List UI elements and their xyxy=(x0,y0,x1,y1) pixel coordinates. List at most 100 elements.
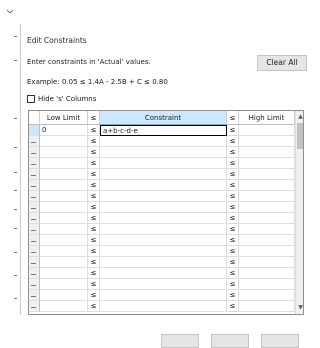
constraint-cell[interactable] xyxy=(100,180,227,191)
column-header-lte-1[interactable]: ≤ xyxy=(88,111,100,125)
vertical-scrollbar[interactable]: ▲ ▼ xyxy=(295,111,303,314)
constraint-cell[interactable] xyxy=(100,301,227,312)
lte-cell: ≤ xyxy=(227,301,239,312)
constraints-grid: Low Limit ≤ Constraint ≤ High Limit 0 ≤ a+… xyxy=(28,110,304,315)
high-limit-cell[interactable] xyxy=(239,235,295,246)
clear-all-button[interactable]: Clear All xyxy=(257,55,307,71)
new-row-dash-icon xyxy=(31,186,36,187)
high-limit-cell[interactable] xyxy=(239,191,295,202)
column-header-constraint[interactable]: Constraint xyxy=(100,111,227,125)
row-header[interactable] xyxy=(29,257,40,268)
row-header[interactable] xyxy=(29,158,40,169)
row-header[interactable] xyxy=(29,191,40,202)
constraint-cell[interactable] xyxy=(100,235,227,246)
low-limit-cell[interactable] xyxy=(40,169,88,180)
row-header[interactable] xyxy=(29,136,40,147)
low-limit-cell[interactable] xyxy=(40,147,88,158)
constraint-cell[interactable] xyxy=(100,158,227,169)
cancel-button[interactable] xyxy=(211,334,249,348)
constraint-cell[interactable] xyxy=(100,191,227,202)
constraint-cell[interactable] xyxy=(100,257,227,268)
column-header-lte-2[interactable]: ≤ xyxy=(227,111,239,125)
constraint-cell[interactable] xyxy=(100,136,227,147)
chevron-up-icon[interactable]: ▲ xyxy=(297,113,303,120)
high-limit-cell[interactable] xyxy=(239,279,295,290)
column-header-high-limit[interactable]: High Limit xyxy=(239,111,295,125)
row-header[interactable] xyxy=(29,180,40,191)
high-limit-cell[interactable] xyxy=(239,180,295,191)
dialog-title: Edit Constraints xyxy=(27,36,87,45)
constraint-cell[interactable] xyxy=(100,169,227,180)
high-limit-cell[interactable] xyxy=(239,202,295,213)
constraint-cell[interactable]: a+b-c-d-e xyxy=(100,125,227,136)
low-limit-cell[interactable] xyxy=(40,268,88,279)
constraint-cell[interactable] xyxy=(100,213,227,224)
table-row: ≤ ≤ xyxy=(29,191,295,202)
low-limit-cell[interactable] xyxy=(40,235,88,246)
high-limit-cell[interactable] xyxy=(239,257,295,268)
low-limit-cell[interactable] xyxy=(40,158,88,169)
high-limit-cell[interactable] xyxy=(239,136,295,147)
constraint-cell[interactable] xyxy=(100,246,227,257)
lte-cell: ≤ xyxy=(88,246,100,257)
new-row-dash-icon xyxy=(31,197,36,198)
high-limit-cell[interactable] xyxy=(239,125,295,136)
table-row: ≤ ≤ xyxy=(29,235,295,246)
constraint-cell[interactable] xyxy=(100,147,227,158)
table-row: ≤ ≤ xyxy=(29,202,295,213)
high-limit-cell[interactable] xyxy=(239,246,295,257)
high-limit-cell[interactable] xyxy=(239,224,295,235)
low-limit-cell[interactable] xyxy=(40,301,88,312)
low-limit-cell[interactable] xyxy=(40,279,88,290)
lte-cell: ≤ xyxy=(88,279,100,290)
row-header[interactable] xyxy=(29,125,40,136)
lte-cell: ≤ xyxy=(227,235,239,246)
table-row: ≤ ≤ xyxy=(29,268,295,279)
row-header[interactable] xyxy=(29,169,40,180)
new-row-dash-icon xyxy=(31,252,36,253)
help-button[interactable] xyxy=(261,334,299,348)
low-limit-cell[interactable] xyxy=(40,191,88,202)
high-limit-cell[interactable] xyxy=(239,169,295,180)
high-limit-cell[interactable] xyxy=(239,268,295,279)
ok-button[interactable] xyxy=(161,334,199,348)
lte-cell: ≤ xyxy=(88,301,100,312)
row-header[interactable] xyxy=(29,213,40,224)
column-header-low-limit[interactable]: Low Limit xyxy=(40,111,88,125)
row-header[interactable] xyxy=(29,246,40,257)
low-limit-cell[interactable] xyxy=(40,246,88,257)
row-header[interactable] xyxy=(29,224,40,235)
low-limit-cell[interactable] xyxy=(40,213,88,224)
low-limit-cell[interactable] xyxy=(40,180,88,191)
row-header[interactable] xyxy=(29,279,40,290)
hide-s-columns-checkbox[interactable] xyxy=(27,95,35,103)
constraint-cell[interactable] xyxy=(100,224,227,235)
table-row: ≤ ≤ xyxy=(29,279,295,290)
row-header[interactable] xyxy=(29,235,40,246)
high-limit-cell[interactable] xyxy=(239,213,295,224)
lte-cell: ≤ xyxy=(88,147,100,158)
new-row-dash-icon xyxy=(31,285,36,286)
low-limit-cell[interactable] xyxy=(40,257,88,268)
low-limit-cell[interactable] xyxy=(40,202,88,213)
scrollbar-thumb[interactable] xyxy=(297,123,303,149)
low-limit-cell[interactable] xyxy=(40,136,88,147)
row-header[interactable] xyxy=(29,202,40,213)
high-limit-cell[interactable] xyxy=(239,147,295,158)
high-limit-cell[interactable] xyxy=(239,158,295,169)
row-header[interactable] xyxy=(29,301,40,312)
constraint-cell[interactable] xyxy=(100,290,227,301)
row-header[interactable] xyxy=(29,290,40,301)
constraint-cell[interactable] xyxy=(100,202,227,213)
high-limit-cell[interactable] xyxy=(239,290,295,301)
low-limit-cell[interactable] xyxy=(40,290,88,301)
row-header[interactable] xyxy=(29,268,40,279)
low-limit-cell[interactable] xyxy=(40,224,88,235)
constraint-cell[interactable] xyxy=(100,268,227,279)
chevron-down-icon[interactable]: ▼ xyxy=(297,304,303,311)
constraint-cell[interactable] xyxy=(100,279,227,290)
row-header[interactable] xyxy=(29,147,40,158)
high-limit-cell[interactable] xyxy=(239,301,295,312)
hide-s-columns-option[interactable]: Hide 's' Columns xyxy=(27,94,96,104)
low-limit-cell[interactable]: 0 xyxy=(40,125,88,136)
